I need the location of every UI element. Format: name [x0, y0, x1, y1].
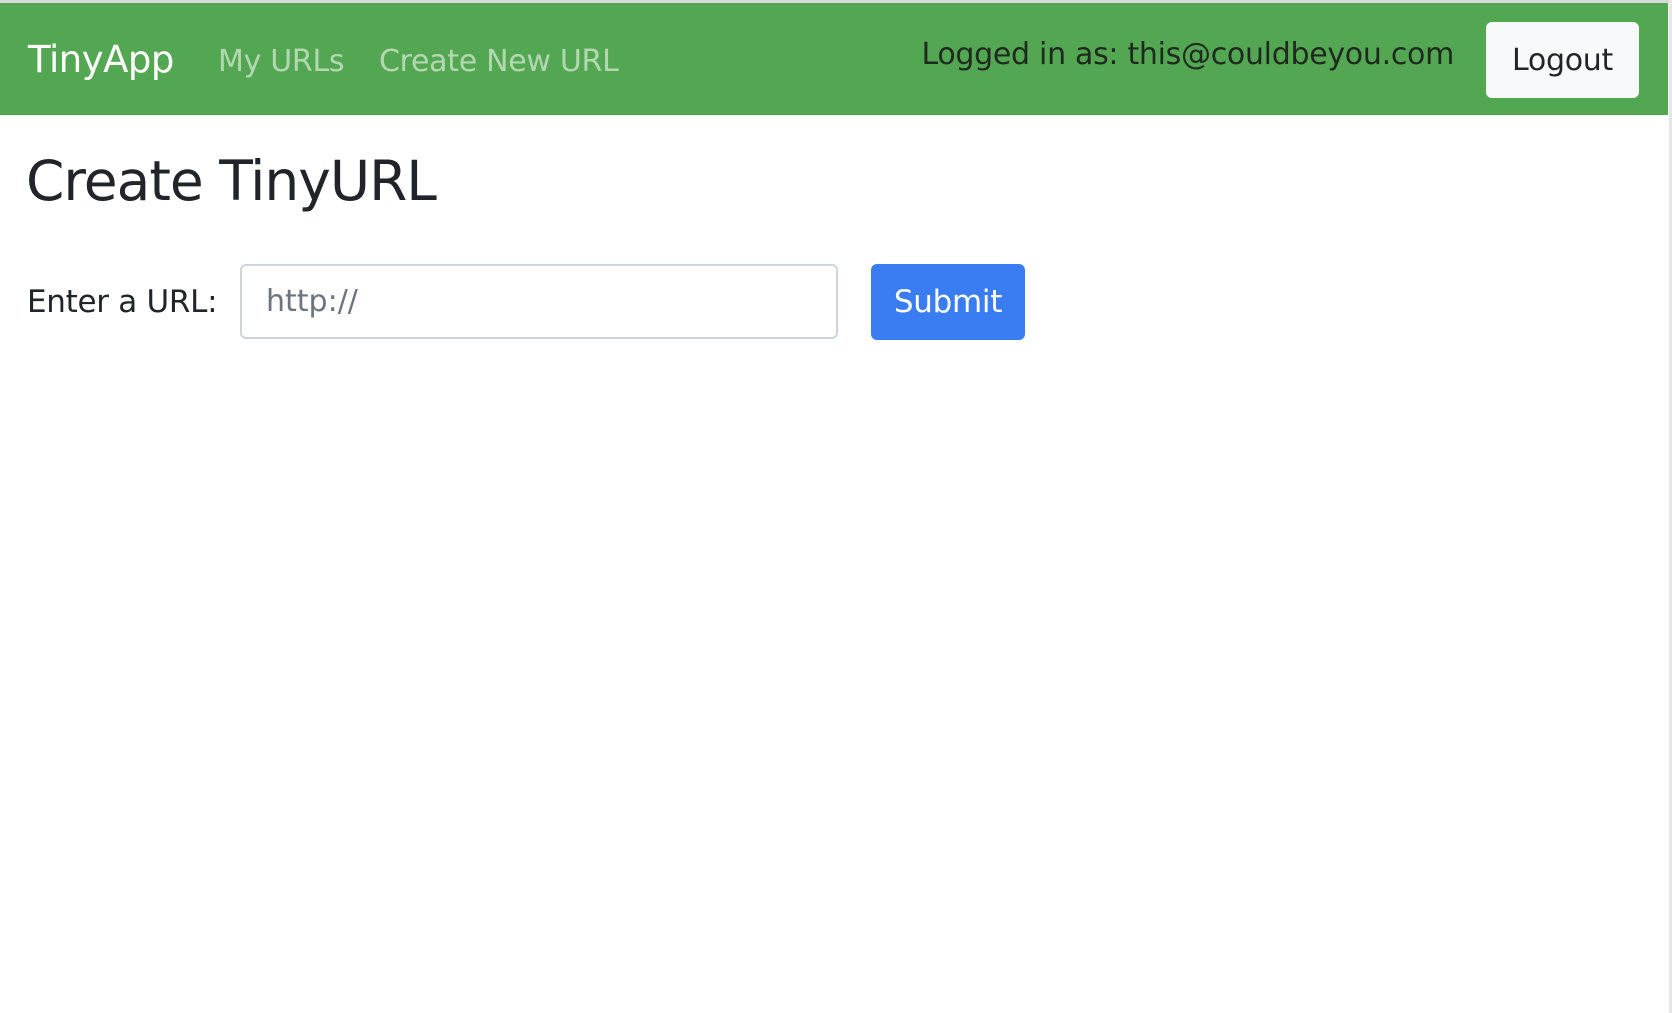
logged-in-status: Logged in as: this@couldbeyou.com — [921, 37, 1454, 72]
navbar: TinyApp My URLs Create New URL Logged in… — [0, 3, 1668, 115]
nav-link-my-urls[interactable]: My URLs — [218, 42, 345, 82]
page-title: Create TinyURL — [26, 149, 437, 213]
logout-button[interactable]: Logout — [1486, 22, 1639, 98]
url-input[interactable] — [240, 264, 838, 339]
url-field-label: Enter a URL: — [27, 284, 218, 320]
submit-button[interactable]: Submit — [871, 264, 1025, 340]
page: TinyApp My URLs Create New URL Logged in… — [0, 0, 1672, 1013]
brand-link[interactable]: TinyApp — [28, 36, 174, 84]
nav-link-create-new-url[interactable]: Create New URL — [379, 42, 619, 82]
